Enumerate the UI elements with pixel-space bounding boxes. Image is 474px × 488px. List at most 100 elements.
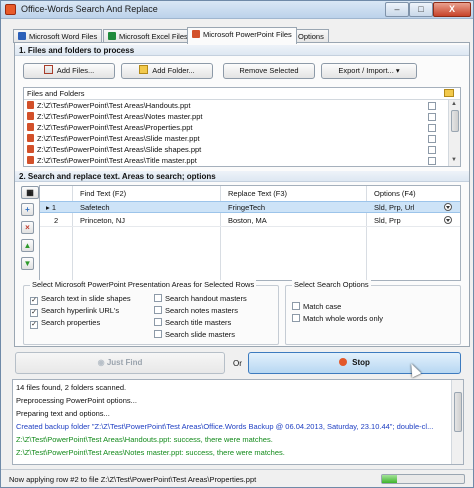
replace-grid[interactable]: Find Text (F2) Replace Text (F3) Options… [39,185,461,281]
row-checkbox[interactable] [428,102,436,110]
checkbox-label: Search text in slide shapes [41,294,131,303]
maximize-button[interactable]: □ [409,2,433,17]
checkbox-box[interactable] [292,302,300,310]
options-dropdown-icon[interactable] [444,216,452,224]
checkbox-label: Search notes masters [165,306,238,315]
powerpoint-panel: 1. Files and folders to process Add File… [14,42,470,347]
list-item[interactable]: Z:\Z\Test\PowerPoint\Test Areas\Notes ma… [24,112,438,122]
remove-selected-button[interactable]: Remove Selected [223,63,315,79]
column-header-options[interactable]: Options (F4) [374,189,416,198]
list-item[interactable]: Z:\Z\Test\PowerPoint\Test Areas\Title ma… [24,156,438,166]
file-path: Z:\Z\Test\PowerPoint\Test Areas\Notes ma… [37,112,203,121]
areas-group-title: Select Microsoft PowerPoint Presentation… [30,280,257,289]
folder-options-icon[interactable] [444,89,454,97]
checkbox-label: Search handout masters [165,294,247,303]
tab-label: Microsoft Word Files [29,32,98,41]
options-cell[interactable]: Sld, Prp [374,216,401,225]
column-header-replace[interactable]: Replace Text (F3) [228,189,287,198]
options-dropdown-icon[interactable] [444,203,452,211]
scrollbar-thumb[interactable] [454,392,462,432]
tab-excel-files[interactable]: Microsoft Excel Files [103,29,193,43]
scroll-up-icon[interactable]: ▲ [451,101,457,107]
column-header-find[interactable]: Find Text (F2) [80,189,126,198]
files-list-header-label: Files and Folders [27,89,85,98]
checkbox-box[interactable] [154,318,162,326]
tab-word-files[interactable]: Microsoft Word Files [13,29,103,43]
log-output[interactable]: 14 files found, 2 folders scanned. Prepr… [12,379,464,465]
list-item[interactable]: Z:\Z\Test\PowerPoint\Test Areas\Slide ma… [24,134,438,144]
stop-icon [339,358,348,366]
checkbox-handout-masters[interactable]: Search handout masters [154,294,247,303]
replace-section-title: 2. Search and replace text. Areas to sea… [15,171,469,182]
checkbox-slide-shapes[interactable]: ✓ Search text in slide shapes [30,294,131,305]
progress-fill [382,475,397,483]
options-cell[interactable]: Sld, Prp, Url [374,203,414,212]
add-row-button[interactable]: + [21,203,34,216]
log-scrollbar[interactable] [451,380,463,464]
chevron-down-icon: ▾ [395,66,400,75]
export-import-button[interactable]: Export / Import... ▾ [321,63,417,79]
checkbox-match-whole-words[interactable]: Match whole words only [292,314,383,323]
log-line: Created backup folder "Z:\Z\Test\PowerPo… [16,422,434,431]
find-cell[interactable]: Princeton, NJ [80,216,125,225]
file-path: Z:\Z\Test\PowerPoint\Test Areas\Slide ma… [37,134,200,143]
checkbox-properties[interactable]: ✓ Search properties [30,318,100,329]
checkbox-box[interactable] [292,314,300,322]
move-up-button[interactable]: ▲ [21,239,34,252]
move-down-button[interactable]: ▼ [21,257,34,270]
replace-cell[interactable]: Boston, MA [228,216,267,225]
minimize-button[interactable]: – [385,2,409,17]
ppt-file-icon [27,145,34,153]
ppt-file-icon [27,123,34,131]
add-files-button[interactable]: Add Files... [23,63,115,79]
row-checkbox[interactable] [428,135,436,143]
log-line: 14 files found, 2 folders scanned. [16,383,127,392]
list-item[interactable]: Z:\Z\Test\PowerPoint\Test Areas\Properti… [24,123,438,133]
files-list[interactable]: Files and Folders Z:\Z\Test\PowerPoint\T… [23,87,461,167]
checkbox-hyperlink-urls[interactable]: ✓ Search hyperlink URL's [30,306,119,317]
checkbox-box[interactable] [154,330,162,338]
just-find-button[interactable]: ◉ Just Find [15,352,225,374]
row-marker-icon: ▸ [46,203,50,212]
checkbox-title-masters[interactable]: Search title masters [154,318,231,327]
log-line: Preprocessing PowerPoint options... [16,396,137,405]
checkbox-box[interactable]: ✓ [30,321,38,329]
checkbox-label: Search slide masters [165,330,236,339]
tab-powerpoint-files[interactable]: Microsoft PowerPoint Files [187,27,297,44]
tab-options[interactable]: Options [293,29,329,43]
list-item[interactable]: Z:\Z\Test\PowerPoint\Test Areas\Handouts… [24,101,438,111]
file-path: Z:\Z\Test\PowerPoint\Test Areas\Title ma… [37,156,197,165]
row-checkbox[interactable] [428,146,436,154]
add-folder-button[interactable]: Add Folder... [121,63,213,79]
delete-row-button[interactable]: × [21,221,34,234]
find-cell[interactable]: Safetech [80,203,110,212]
checkbox-notes-masters[interactable]: Search notes masters [154,306,238,315]
scrollbar-thumb[interactable] [451,110,459,132]
checkbox-box[interactable] [154,294,162,302]
main-window: Office-Words Search And Replace – □ X Mi… [0,0,474,488]
row-checkbox[interactable] [428,113,436,121]
file-path: Z:\Z\Test\PowerPoint\Test Areas\Handouts… [37,101,191,110]
grid-menu-button[interactable]: ▦ [21,186,39,199]
list-item[interactable]: Z:\Z\Test\PowerPoint\Test Areas\Slide sh… [24,145,438,155]
status-bar: Now applying row #2 to file Z:\Z\Test\Po… [1,469,473,487]
ppt-file-icon [27,101,34,109]
row-checkbox[interactable] [428,124,436,132]
log-line: Preparing text and options... [16,409,110,418]
files-list-scrollbar[interactable]: ▲ ▼ [448,100,460,166]
scroll-down-icon[interactable]: ▼ [451,157,457,163]
row-checkbox[interactable] [428,157,436,165]
checkbox-slide-masters[interactable]: Search slide masters [154,330,235,339]
stop-button[interactable]: Stop [248,352,461,374]
stop-label: Stop [352,358,370,367]
window-title: Office-Words Search And Replace [21,4,158,14]
checkbox-box[interactable] [154,306,162,314]
checkbox-box[interactable]: ✓ [30,309,38,317]
replace-cell[interactable]: FringeTech [228,203,265,212]
tab-label: Options [298,32,324,41]
close-button[interactable]: X [433,2,471,17]
checkbox-match-case[interactable]: Match case [292,302,341,311]
add-files-icon [43,65,53,74]
checkbox-label: Search hyperlink URL's [41,306,120,315]
checkbox-box[interactable]: ✓ [30,297,38,305]
